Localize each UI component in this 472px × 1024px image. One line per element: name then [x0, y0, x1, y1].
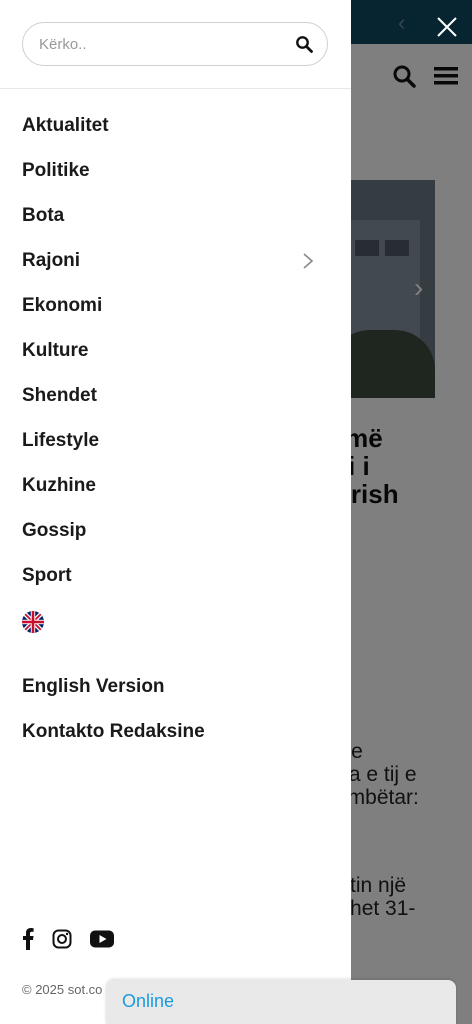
secondary-menu: English Version Kontakto Redaksine — [22, 664, 322, 754]
category-menu: Aktualitet Politike Bota Rajoni Ekonomi … — [22, 103, 322, 598]
side-drawer: Aktualitet Politike Bota Rajoni Ekonomi … — [0, 0, 351, 1024]
menu-item-label: Kuzhine — [22, 474, 96, 496]
menu-item-kuzhine[interactable]: Kuzhine — [22, 463, 322, 508]
copyright-text: © 2025 sot.co — [22, 982, 103, 997]
search-box — [22, 22, 328, 66]
menu-item-rajoni[interactable]: Rajoni — [22, 238, 322, 283]
menu-item-lifestyle[interactable]: Lifestyle — [22, 418, 322, 463]
menu-item-label: Gossip — [22, 519, 87, 541]
divider — [0, 88, 351, 89]
menu-item-gossip[interactable]: Gossip — [22, 508, 322, 553]
facebook-icon[interactable] — [22, 928, 34, 955]
menu-item-label: Ekonomi — [22, 294, 103, 316]
menu-item-label: Lifestyle — [22, 429, 100, 451]
menu-item-bota[interactable]: Bota — [22, 193, 322, 238]
menu-item-label: Kulture — [22, 339, 89, 361]
menu-item-label: Sport — [22, 564, 72, 586]
menu-item-ekonomi[interactable]: Ekonomi — [22, 283, 322, 328]
close-icon[interactable] — [432, 12, 462, 42]
menu-item-label: Shendet — [22, 384, 97, 406]
menu-item-shendet[interactable]: Shendet — [22, 373, 322, 418]
online-status-bar[interactable]: Online — [106, 980, 456, 1024]
menu-item-label: Politike — [22, 159, 90, 181]
search-input[interactable] — [39, 23, 279, 65]
instagram-icon[interactable] — [52, 929, 72, 954]
youtube-icon[interactable] — [90, 930, 114, 953]
menu-item-politike[interactable]: Politike — [22, 148, 322, 193]
menu-item-label: Kontakto Redaksine — [22, 720, 205, 742]
menu-item-english-version[interactable]: English Version — [22, 664, 322, 709]
menu-item-kulture[interactable]: Kulture — [22, 328, 322, 373]
menu-item-aktualitet[interactable]: Aktualitet — [22, 103, 322, 148]
search-icon[interactable] — [295, 35, 313, 53]
menu-item-label: Aktualitet — [22, 114, 109, 136]
menu-item-kontakto-redaksine[interactable]: Kontakto Redaksine — [22, 709, 322, 754]
menu-item-label: English Version — [22, 675, 165, 697]
menu-item-sport[interactable]: Sport — [22, 553, 322, 598]
menu-item-label: Rajoni — [22, 249, 81, 271]
online-label: Online — [122, 991, 175, 1011]
uk-flag-icon[interactable] — [22, 611, 44, 633]
chevron-right-icon[interactable] — [302, 252, 314, 270]
social-links — [22, 928, 114, 955]
menu-item-label: Bota — [22, 204, 65, 226]
